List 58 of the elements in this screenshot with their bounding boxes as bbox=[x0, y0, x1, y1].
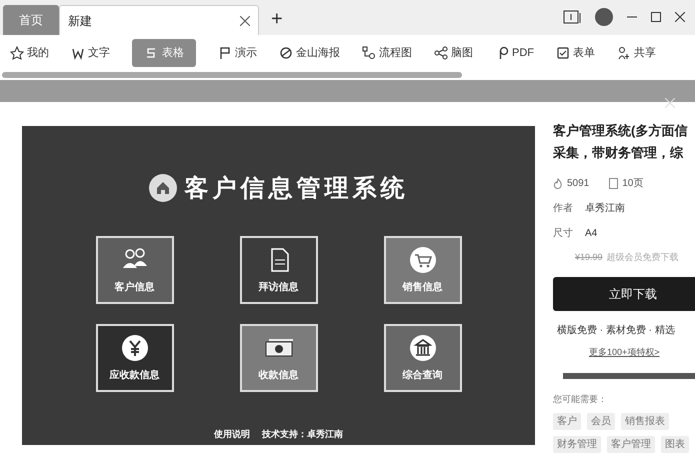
tile-label: 收款信息 bbox=[258, 368, 298, 382]
tag[interactable]: 客户管理 bbox=[607, 436, 655, 452]
tag[interactable]: 财务管理 bbox=[553, 436, 601, 452]
tile-label: 销售信息 bbox=[402, 280, 442, 294]
tile-label: 综合查询 bbox=[402, 368, 442, 382]
new-tab-button[interactable]: + bbox=[271, 9, 283, 29]
toolbar-tab[interactable]: 金山海报 bbox=[279, 39, 340, 67]
tag[interactable]: 销售报表 bbox=[621, 412, 669, 430]
toolbar-tab[interactable]: 我的 bbox=[10, 39, 49, 67]
page-icon bbox=[609, 178, 618, 189]
scrollbar[interactable] bbox=[2, 72, 462, 78]
field-label: 尺寸 bbox=[553, 226, 573, 241]
toolbar-tab[interactable]: 共享 bbox=[617, 39, 656, 67]
toolbar-tab[interactable]: 演示 bbox=[218, 39, 257, 67]
close-tab-icon[interactable] bbox=[240, 16, 250, 26]
document-title: 客户管理系统(多方面信 采集，带财务管理，综 bbox=[553, 122, 688, 162]
tile-label: 拜访信息 bbox=[258, 280, 298, 294]
bank-icon bbox=[408, 334, 438, 362]
suggestion-label: 您可能需要： bbox=[553, 393, 608, 406]
like-count: 5091 bbox=[567, 177, 590, 191]
tag[interactable]: 会员 bbox=[587, 412, 615, 430]
tag[interactable]: 图表 bbox=[661, 436, 689, 452]
toolbar-tab[interactable]: 表单 bbox=[556, 39, 595, 67]
download-button[interactable]: 立即下载 bbox=[553, 276, 695, 310]
avatar[interactable] bbox=[595, 8, 613, 26]
yen-icon bbox=[120, 334, 150, 362]
tile-label: 应收款信息 bbox=[110, 368, 160, 382]
toolbar-tab[interactable]: PDF bbox=[495, 39, 534, 67]
flame-icon bbox=[553, 178, 563, 189]
close-icon[interactable] bbox=[675, 12, 685, 22]
field-value: A4 bbox=[585, 227, 598, 241]
share-icon bbox=[617, 46, 631, 60]
tag[interactable]: 客户 bbox=[553, 412, 581, 430]
page-count: 10页 bbox=[622, 177, 644, 191]
field-label: 作者 bbox=[553, 202, 573, 216]
field-value: 卓秀江南 bbox=[585, 202, 625, 216]
s-icon bbox=[144, 46, 158, 60]
original-price: ¥19.99 bbox=[575, 251, 603, 264]
system-title: 客户信息管理系统 bbox=[184, 172, 408, 204]
star-icon bbox=[10, 46, 24, 60]
toolbar-tab[interactable]: 脑图 bbox=[434, 39, 473, 67]
p-icon bbox=[218, 46, 232, 60]
price-note: 超级会员免费下载 bbox=[606, 251, 679, 264]
mindmap-icon bbox=[434, 46, 448, 60]
tab[interactable]: 新建 bbox=[59, 5, 259, 35]
maximize-icon[interactable] bbox=[651, 12, 661, 22]
home-icon bbox=[148, 174, 176, 202]
perks-text: 横版免费 · 素材免费 · 精选 bbox=[557, 324, 676, 338]
tile-label: 客户信息 bbox=[114, 280, 154, 294]
form-icon bbox=[556, 46, 570, 60]
w-icon bbox=[71, 46, 85, 60]
toolbar-tab[interactable]: 流程图 bbox=[362, 39, 412, 67]
window-count-icon[interactable] bbox=[563, 10, 581, 24]
cart-icon bbox=[408, 246, 438, 274]
tab[interactable]: 首页 bbox=[3, 5, 59, 35]
more-perks-link[interactable]: 更多100+项特权> bbox=[589, 346, 660, 359]
flowchart-icon bbox=[362, 46, 376, 60]
toolbar-tab[interactable]: 文字 bbox=[71, 39, 110, 67]
